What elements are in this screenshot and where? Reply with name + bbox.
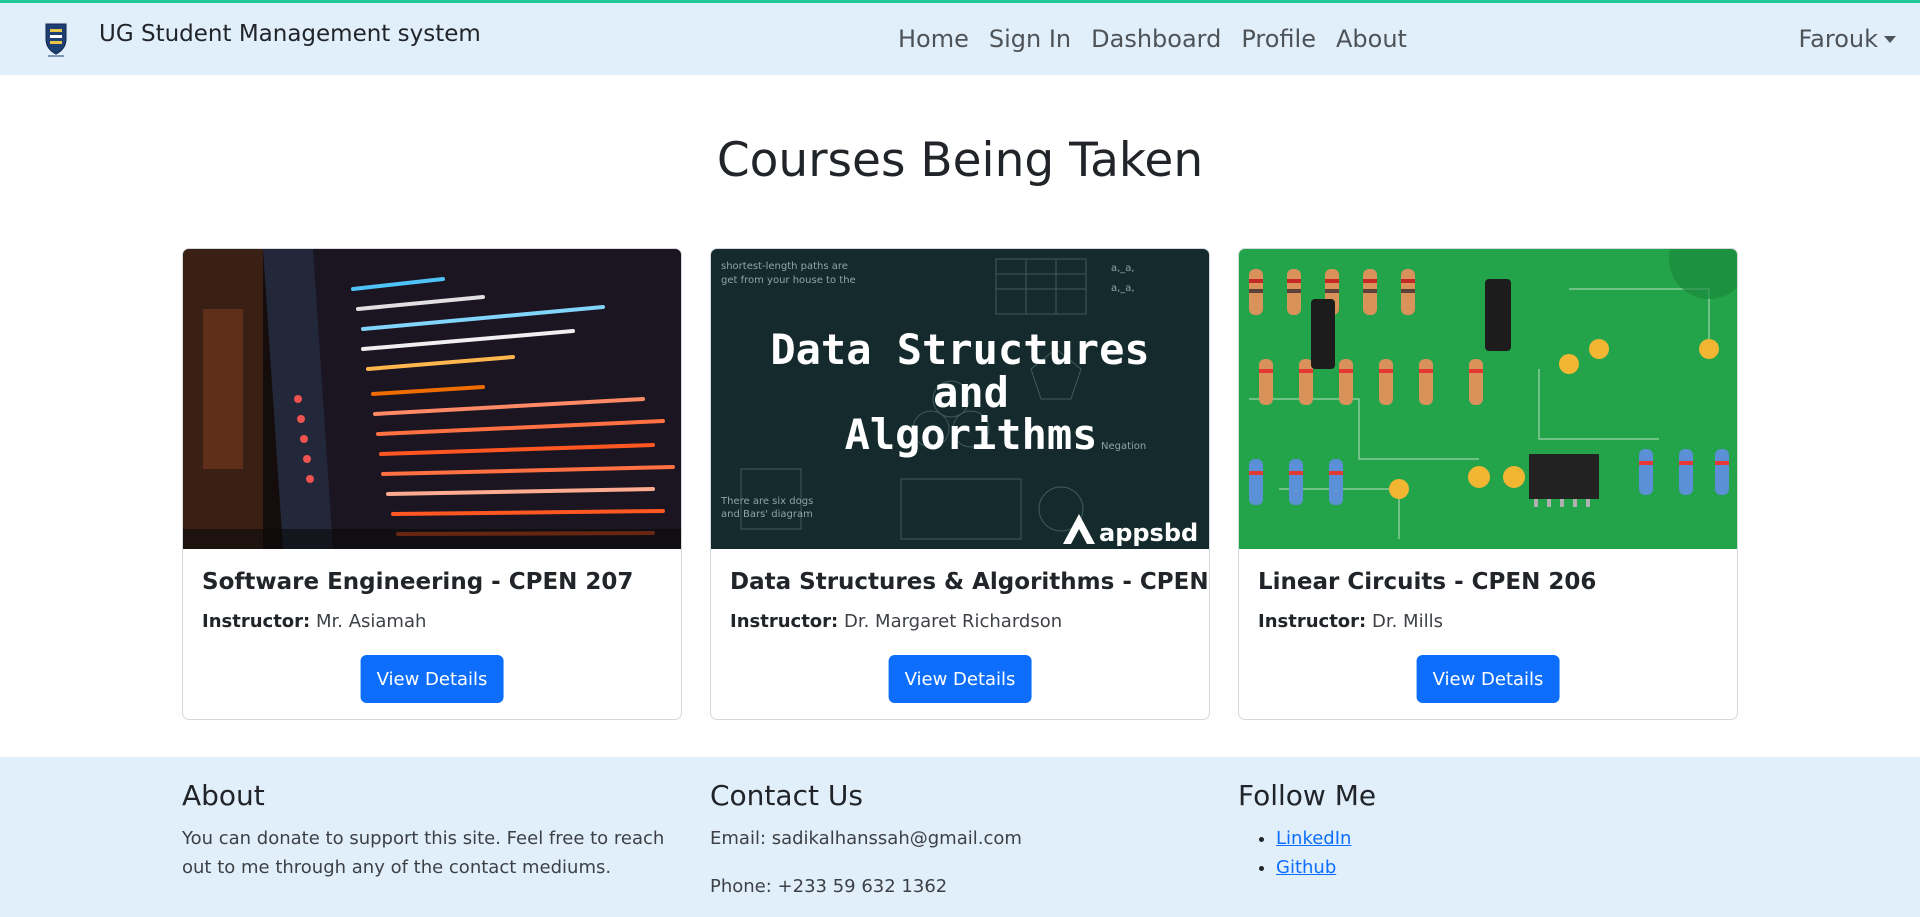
view-details-button[interactable]: View Details xyxy=(1416,655,1560,703)
instructor-label: Instructor: xyxy=(730,611,839,632)
footer-about-text: You can donate to support this site. Fee… xyxy=(182,828,665,878)
course-card: Linear Circuits - CPEN 206 Instructor: D… xyxy=(1238,248,1738,720)
instructor-name: Dr. Mills xyxy=(1371,611,1443,632)
footer-contact-heading: Contact Us xyxy=(710,779,863,812)
linkedin-link[interactable]: LinkedIn xyxy=(1276,828,1351,849)
svg-text:There are six dogs: There are six dogs xyxy=(720,496,813,507)
github-link[interactable]: Github xyxy=(1276,857,1336,878)
svg-text:shortest-length paths are: shortest-length paths are xyxy=(721,261,848,272)
list-item: Github xyxy=(1276,853,1738,882)
footer-follow: Follow Me LinkedIn Github xyxy=(1238,779,1738,882)
course-card: shortest-length paths are get from your … xyxy=(710,248,1210,720)
course-instructor: Instructor: Dr. Margaret Richardson xyxy=(730,611,1062,632)
contact-phone: Phone: +233 59 632 1362 xyxy=(710,876,948,897)
brand-title[interactable]: UG Student Management system xyxy=(99,21,481,47)
instructor-name: Dr. Margaret Richardson xyxy=(843,611,1063,632)
course-instructor: Instructor: Dr. Mills xyxy=(1258,611,1443,632)
circuit-board-image xyxy=(1239,249,1737,549)
contact-email: Email: sadikalhanssah@gmail.com xyxy=(710,828,1022,849)
nav-profile[interactable]: Profile xyxy=(1241,25,1316,53)
university-crest-logo[interactable] xyxy=(42,21,70,57)
course-instructor: Instructor: Mr. Asiamah xyxy=(202,611,426,632)
instructor-label: Instructor: xyxy=(1258,611,1367,632)
nav-home[interactable]: Home xyxy=(898,25,969,53)
user-name: Farouk xyxy=(1798,25,1878,53)
svg-text:Data Structures: Data Structures xyxy=(770,325,1149,374)
page-title: Courses Being Taken xyxy=(716,133,1204,188)
footer-about: About You can donate to support this sit… xyxy=(182,779,682,882)
caret-down-icon xyxy=(1884,35,1896,43)
social-links: LinkedIn Github xyxy=(1238,824,1738,882)
footer: About You can donate to support this sit… xyxy=(0,757,1920,917)
course-title: Data Structures & Algorithms - CPEN 204 xyxy=(730,569,1209,595)
user-dropdown[interactable]: Farouk xyxy=(1799,25,1896,53)
main-nav: Home Sign In Dashboard Profile About xyxy=(898,25,1407,53)
view-details-button[interactable]: View Details xyxy=(360,655,504,703)
nav-about[interactable]: About xyxy=(1336,25,1407,53)
data-structures-banner-image: shortest-length paths are get from your … xyxy=(711,249,1209,549)
footer-follow-heading: Follow Me xyxy=(1238,779,1377,812)
list-item: LinkedIn xyxy=(1276,824,1738,853)
navbar: UG Student Management system Home Sign I… xyxy=(0,3,1920,75)
course-title: Linear Circuits - CPEN 206 xyxy=(1258,569,1597,595)
footer-about-heading: About xyxy=(182,779,265,812)
svg-text:a,_a,: a,_a, xyxy=(1111,283,1135,294)
code-screen-image xyxy=(183,249,681,549)
course-title: Software Engineering - CPEN 207 xyxy=(202,569,634,595)
footer-contact: Contact Us Email: sadikalhanssah@gmail.c… xyxy=(710,779,1210,901)
svg-text:and Bars' diagram: and Bars' diagram xyxy=(721,509,813,520)
instructor-label: Instructor: xyxy=(202,611,311,632)
card-body: Data Structures & Algorithms - CPEN 204 … xyxy=(711,549,1209,719)
course-card: Software Engineering - CPEN 207 Instruct… xyxy=(182,248,682,720)
svg-text:appsbd: appsbd xyxy=(1099,519,1198,547)
card-body: Linear Circuits - CPEN 206 Instructor: D… xyxy=(1239,549,1737,719)
svg-text:Negation: Negation xyxy=(1101,441,1146,452)
nav-dashboard[interactable]: Dashboard xyxy=(1091,25,1221,53)
svg-text:get from your house to the: get from your house to the xyxy=(721,275,856,286)
view-details-button[interactable]: View Details xyxy=(888,655,1032,703)
card-body: Software Engineering - CPEN 207 Instruct… xyxy=(183,549,681,719)
nav-sign-in[interactable]: Sign In xyxy=(989,25,1071,53)
svg-text:Algorithms: Algorithms xyxy=(845,410,1098,459)
svg-text:a,_a,: a,_a, xyxy=(1111,263,1135,274)
instructor-name: Mr. Asiamah xyxy=(315,611,427,632)
